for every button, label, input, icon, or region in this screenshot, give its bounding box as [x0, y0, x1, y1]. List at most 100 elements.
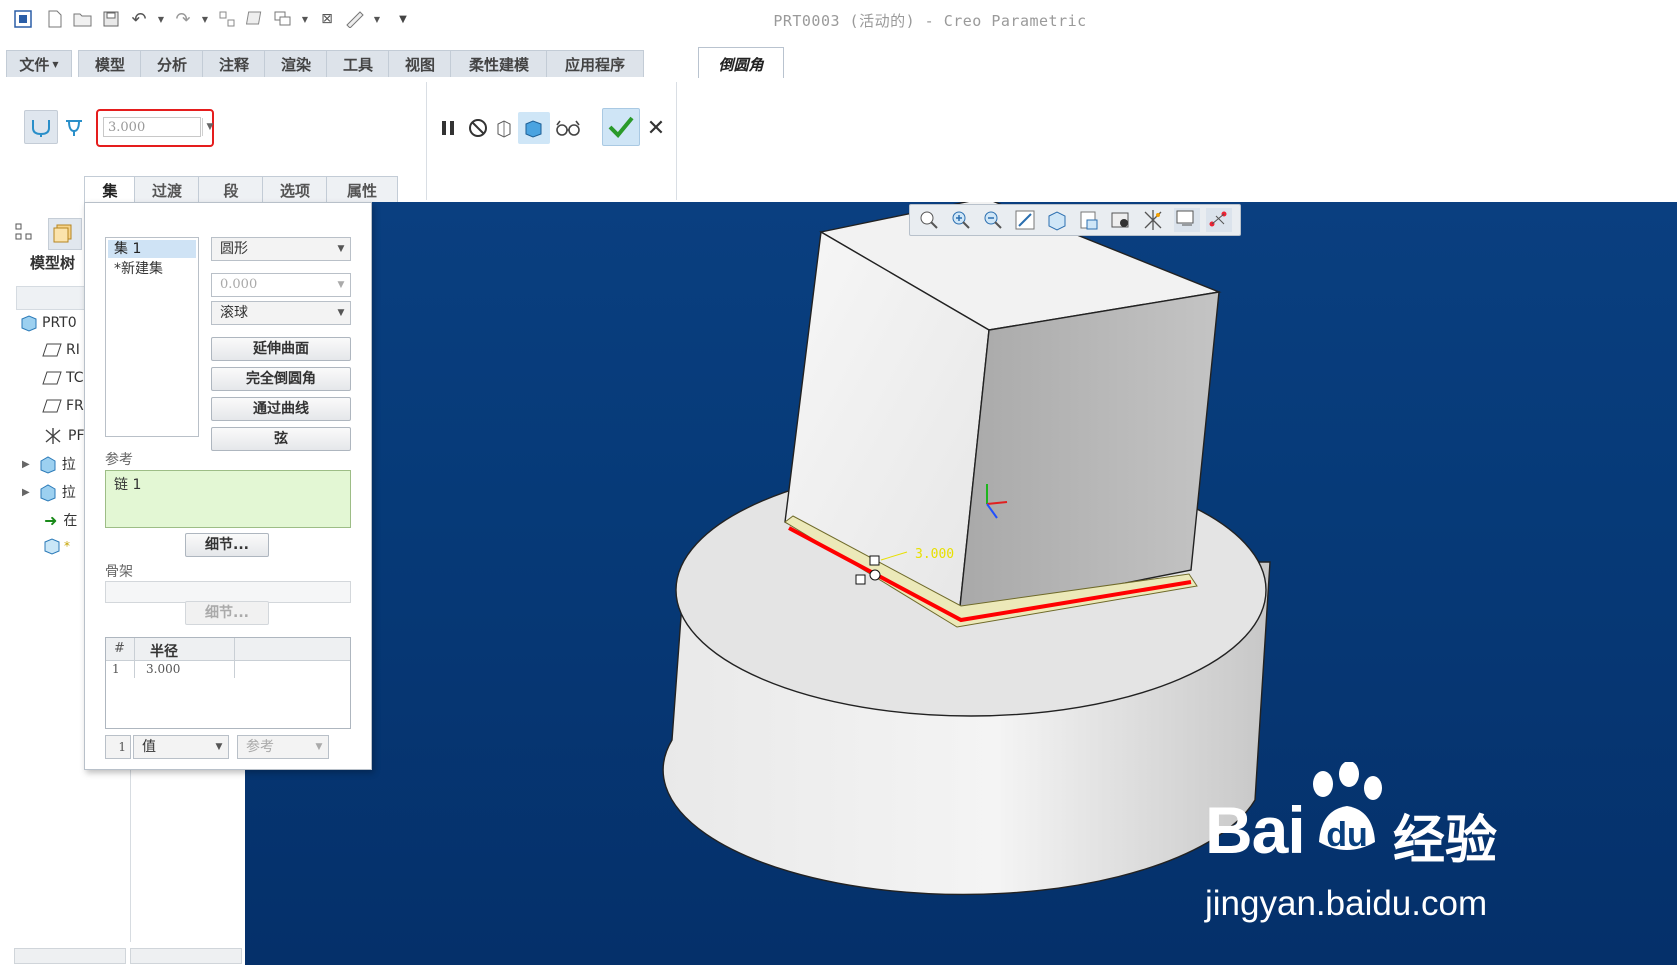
watermark-url: jingyan.baidu.com — [1205, 884, 1488, 923]
save-icon[interactable] — [100, 8, 122, 30]
title-bar: ↶ ▼ ↷ ▼ ▼ ⊠ ▼ ▼ PRT0003 (活动的) - Creo Par… — [0, 0, 1677, 40]
tree-item-extrude[interactable]: ▶ 拉 — [22, 482, 76, 502]
references-collector[interactable]: 链 1 — [105, 470, 351, 528]
ok-checkmark-icon[interactable] — [602, 108, 640, 146]
distance-dropdown[interactable]: 0.000 ▼ — [211, 273, 351, 297]
cancel-x-icon[interactable]: ✕ — [640, 112, 672, 144]
graphics-viewport[interactable]: 3.000 Bai du 经验 jingyan.baidu.com — [245, 202, 1677, 965]
tree-item-datum-plane[interactable]: FR — [42, 398, 84, 414]
chord-button[interactable]: 弦 — [211, 427, 351, 451]
tree-item-insert-here[interactable]: ➜ 在 — [44, 510, 77, 530]
tab-sets[interactable]: 集 — [84, 176, 136, 203]
annotation-display-icon[interactable] — [1174, 208, 1200, 232]
svg-text:du: du — [1326, 816, 1368, 854]
open-folder-icon[interactable] — [72, 8, 94, 30]
tree-item-datum-plane[interactable]: TC — [42, 370, 84, 386]
expand-arrow-icon[interactable]: ▶ — [22, 487, 30, 498]
layers-icon[interactable] — [48, 218, 82, 250]
reference-chain-item[interactable]: 链 1 — [114, 474, 141, 494]
undo-icon[interactable]: ↶ — [128, 8, 150, 30]
measure-icon[interactable] — [344, 8, 366, 30]
constant-round-icon[interactable] — [24, 110, 58, 144]
model-tree-icon[interactable] — [14, 222, 36, 244]
radius-dimension-label[interactable]: 3.000 — [915, 547, 954, 562]
redo-dropdown-icon[interactable]: ▼ — [194, 8, 216, 30]
expand-arrow-icon[interactable]: ▶ — [22, 459, 30, 470]
tree-item-part[interactable]: PRT0 — [20, 314, 77, 332]
solid-preview-icon[interactable] — [518, 112, 550, 144]
watermark-suffix: 经验 — [1393, 811, 1498, 871]
horizontal-scrollbar[interactable] — [130, 948, 242, 964]
display-style-icon[interactable] — [1046, 209, 1068, 235]
tree-item-round[interactable]: * — [42, 536, 70, 556]
windows-dropdown-icon[interactable]: ▼ — [294, 8, 316, 30]
table-row-radius[interactable]: 3.000 — [146, 662, 180, 676]
chevron-down-icon: ▼ — [337, 244, 345, 254]
datum-plane-icon — [42, 343, 62, 357]
graphics-toolbar — [909, 204, 1241, 236]
tab-properties[interactable]: 属性 — [326, 176, 398, 203]
customize-toolbar-icon[interactable]: ▼ — [392, 8, 414, 30]
datum-display-icon[interactable] — [1142, 209, 1164, 235]
new-file-icon[interactable] — [44, 8, 66, 30]
tab-file[interactable]: 文件 ▼ — [6, 50, 72, 77]
baidu-jingyan-watermark: Bai du 经验 jingyan.baidu.com — [1205, 762, 1525, 952]
spin-center-icon[interactable] — [1206, 208, 1232, 232]
refit-icon[interactable] — [918, 209, 940, 235]
datum-plane-icon — [42, 399, 62, 413]
window-title: PRT0003 (活动的) - Creo Parametric — [773, 12, 1087, 30]
reference-mode-dropdown[interactable]: 参考 ▼ — [237, 735, 329, 759]
undo-dropdown-icon[interactable]: ▼ — [150, 8, 172, 30]
row-index-field[interactable]: 1 — [105, 735, 131, 759]
regenerate-icon[interactable] — [216, 8, 238, 30]
watermark-brand: Bai — [1205, 793, 1306, 867]
full-round-button[interactable]: 完全倒圆角 — [211, 367, 351, 391]
redo-icon[interactable]: ↷ — [172, 8, 194, 30]
view-manager-icon[interactable] — [1110, 209, 1132, 235]
zoom-out-icon[interactable] — [982, 209, 1004, 235]
through-curve-button[interactable]: 通过曲线 — [211, 397, 351, 421]
reference-details-button[interactable]: 细节... — [185, 533, 269, 557]
new-set-item[interactable]: *新建集 — [114, 258, 163, 278]
insert-arrow-icon: ➜ — [44, 510, 58, 530]
zoom-in-icon[interactable] — [950, 209, 972, 235]
switch-windows-icon[interactable] — [272, 8, 294, 30]
sets-list[interactable]: 集 1 *新建集 — [105, 237, 199, 437]
tab-tools[interactable]: 工具 — [326, 50, 390, 77]
tab-options[interactable]: 选项 — [262, 176, 328, 203]
tab-annotate[interactable]: 注释 — [202, 50, 266, 77]
variable-round-icon[interactable] — [58, 110, 90, 142]
cross-section-dropdown[interactable]: 圆形 ▼ — [211, 237, 351, 261]
glasses-preview-icon[interactable] — [552, 112, 584, 144]
extend-surfaces-button[interactable]: 延伸曲面 — [211, 337, 351, 361]
tab-round[interactable]: 倒圆角 — [698, 47, 784, 80]
app-icon[interactable] — [12, 8, 34, 30]
value-mode-dropdown[interactable]: 值 ▼ — [133, 735, 229, 759]
tab-applications[interactable]: 应用程序 — [546, 50, 644, 77]
skeleton-details-button[interactable]: 细节... — [185, 601, 269, 625]
close-window-icon[interactable]: ⊠ — [316, 8, 338, 30]
repaint-icon[interactable] — [1014, 209, 1036, 235]
tree-item-extrude[interactable]: ▶ 拉 — [22, 454, 76, 474]
tab-transitions[interactable]: 过渡 — [134, 176, 200, 203]
tab-view[interactable]: 视图 — [388, 50, 452, 77]
radius-value-field[interactable]: 3.000 ▼ — [96, 109, 214, 147]
windows-icon[interactable] — [244, 8, 266, 30]
set-item-active[interactable]: 集 1 — [108, 240, 196, 258]
radius-input[interactable]: 3.000 — [103, 117, 201, 137]
method-dropdown[interactable]: 滚球 ▼ — [211, 301, 351, 325]
tab-flexible-modeling[interactable]: 柔性建模 — [450, 50, 548, 77]
chevron-down-icon[interactable]: ▼ — [202, 118, 217, 136]
tab-pieces[interactable]: 段 — [198, 176, 264, 203]
saved-orientations-icon[interactable] — [1078, 209, 1100, 235]
tree-item-datum-plane[interactable]: RI — [42, 342, 80, 358]
horizontal-scrollbar[interactable] — [14, 948, 126, 964]
tab-analysis[interactable]: 分析 — [140, 50, 204, 77]
measure-dropdown-icon[interactable]: ▼ — [366, 8, 388, 30]
model-tree-tab[interactable]: 模型树 — [30, 252, 75, 273]
tab-render[interactable]: 渲染 — [264, 50, 328, 77]
tree-item-csys[interactable]: PF — [42, 426, 85, 446]
pause-icon[interactable] — [432, 112, 464, 144]
skeleton-collector[interactable] — [105, 581, 351, 603]
tab-model[interactable]: 模型 — [78, 50, 142, 77]
